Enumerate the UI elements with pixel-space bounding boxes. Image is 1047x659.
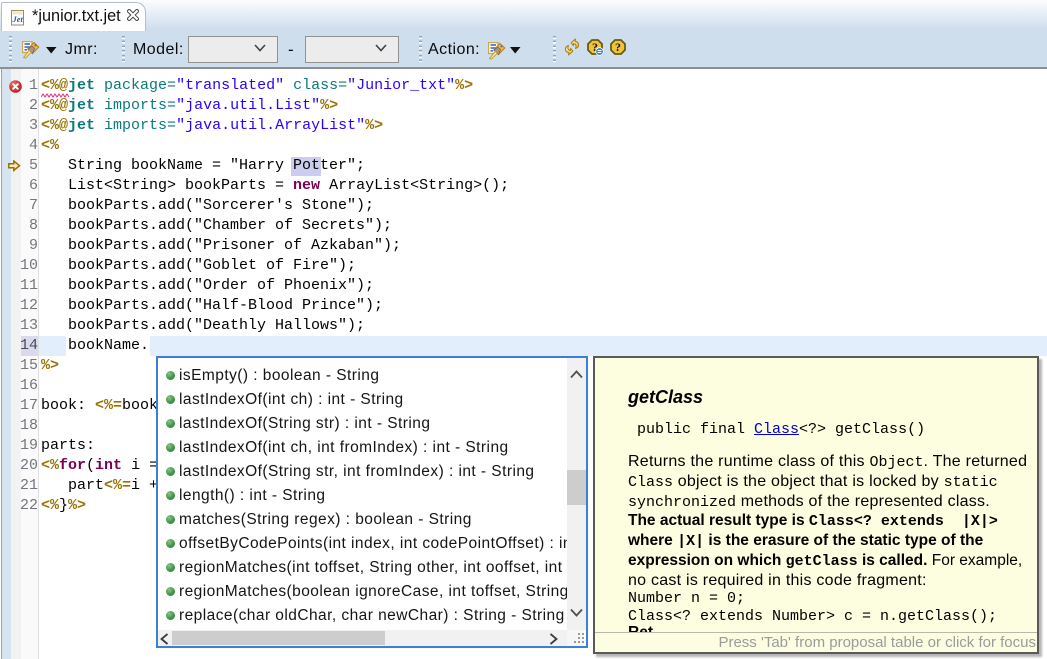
svg-text:?: ? <box>615 40 621 54</box>
svg-text:Jet: Jet <box>12 14 24 24</box>
